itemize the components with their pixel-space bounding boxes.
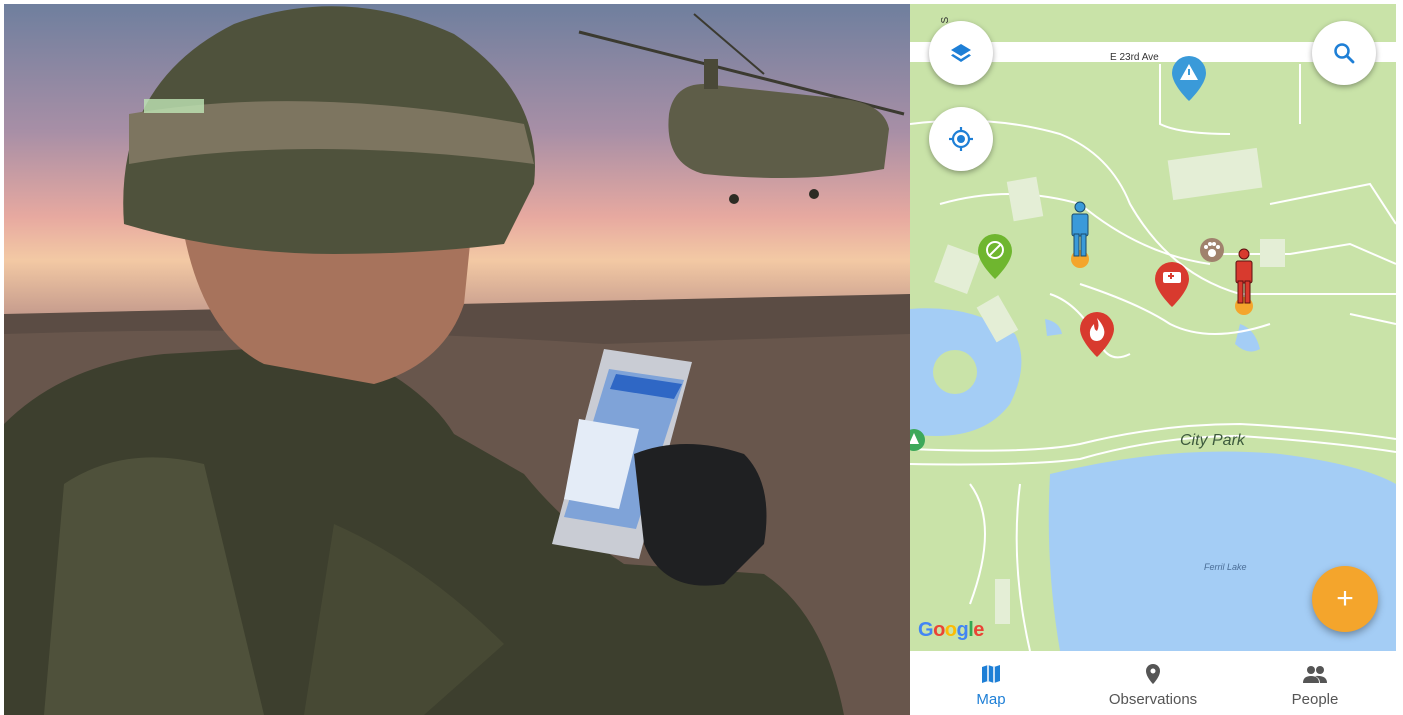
layers-icon [951,44,971,62]
search-button[interactable] [1312,21,1376,85]
google-attribution: Google [918,619,984,641]
bottom-navigation: Map Observations People [910,651,1396,715]
soldier-photo [4,4,910,715]
nav-people[interactable]: People [1234,651,1396,715]
paw-icon[interactable] [1200,238,1224,262]
my-location-button[interactable] [929,107,993,171]
soldier-photo-illustration [4,6,910,715]
map-icon [982,665,1000,683]
search-icon [1334,43,1355,64]
map-canvas[interactable] [910,4,1396,651]
screenshot-frame: E 23rd Ave le S City Park Ferril Lake [0,0,1403,715]
park-label: City Park [1180,432,1245,449]
nav-observations[interactable]: Observations [1072,651,1234,715]
add-observation-button[interactable]: + [1312,566,1378,632]
location-pin-icon [1146,664,1160,684]
helicopter [578,13,905,204]
add-label: + [1336,582,1354,615]
lake-label: Ferril Lake [1204,562,1247,572]
street-label: E 23rd Ave [1110,52,1159,63]
map-app-screen: E 23rd Ave le S City Park Ferril Lake [910,4,1396,715]
nav-map[interactable]: Map [910,651,1072,715]
people-icon [1303,666,1327,683]
nav-observations-label: Observations [1108,691,1198,708]
nav-people-label: People [1291,691,1339,708]
nav-map-label: Map [976,691,1006,708]
layers-button[interactable] [929,21,993,85]
my-location-icon [949,127,973,151]
